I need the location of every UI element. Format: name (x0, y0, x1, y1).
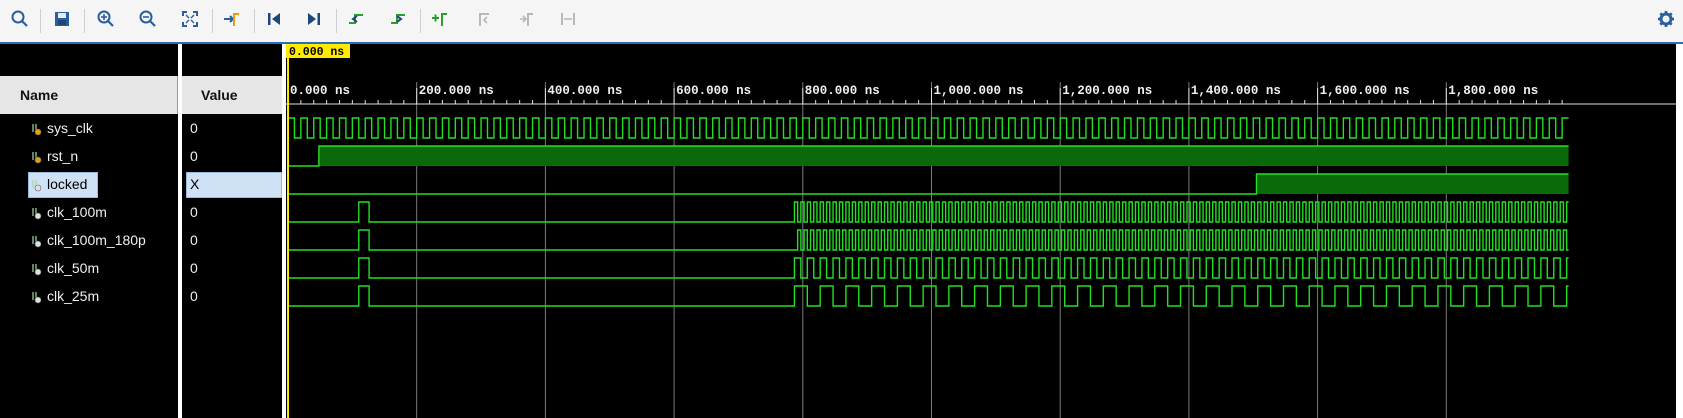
zoom-fit-button[interactable] (176, 6, 204, 36)
signal-value-row[interactable]: 0 (182, 226, 282, 254)
go-to-last-time-icon (304, 9, 324, 34)
signal-value: 0 (190, 120, 198, 136)
signal-value-row[interactable]: 0 (182, 282, 282, 310)
time-tick-label: 1,400.000 ns (1191, 84, 1281, 98)
signal-value-row[interactable]: 0 (182, 198, 282, 226)
save-icon (52, 9, 72, 34)
value-column-header[interactable]: Value (182, 76, 282, 114)
time-tick-label: 1,600.000 ns (1320, 84, 1410, 98)
selection-highlight (186, 172, 282, 198)
signal-name: rst_n (47, 148, 79, 164)
signal-name: clk_25m (47, 288, 100, 304)
previous-transition-button[interactable] (342, 6, 370, 36)
zoom-fit-icon (180, 9, 200, 34)
toolbar-separator (84, 9, 85, 33)
next-transition-button[interactable] (384, 6, 412, 36)
cursor-time-label: 0.000 ns (289, 46, 344, 59)
zoom-out-icon (138, 9, 158, 34)
value-header-label: Value (201, 87, 238, 103)
go-to-last-time-button[interactable] (300, 6, 328, 36)
zoom-out-button[interactable] (134, 6, 162, 36)
time-tick-label: 800.000 ns (805, 84, 880, 98)
toolbar-separator (420, 9, 421, 33)
signal-value: 0 (190, 288, 198, 304)
time-tick-label: 1,800.000 ns (1448, 84, 1538, 98)
signal-name: locked (47, 176, 88, 192)
time-tick-label: 1,200.000 ns (1062, 84, 1152, 98)
next-transition-icon (388, 9, 408, 34)
signal-value: 0 (190, 204, 198, 220)
signal-icon-white (31, 206, 43, 220)
signal-name-list: sys_clk rst_nlocked clk_100m clk_100m_180pc… (0, 114, 178, 418)
toolbar-separator (40, 9, 41, 33)
signal-icon-orange (31, 150, 43, 164)
wave-high-fill (318, 146, 1569, 166)
go-to-cursor-icon (222, 9, 242, 34)
vertical-scrollbar[interactable] (1676, 44, 1683, 418)
signal-row-clk-50m[interactable]: clk_50m (0, 254, 178, 282)
signal-value-list: 0 0 X 0 0 0 0 (182, 114, 282, 418)
waveform-viewer[interactable]: 0.000 ns 200.000 ns 400.000 ns 600.000 ns 80… (286, 44, 1676, 418)
signal-icon-white (31, 234, 43, 248)
add-marker-icon (430, 9, 450, 34)
go-to-cursor-button[interactable] (218, 6, 246, 36)
signal-icon-orange (31, 122, 43, 136)
time-tick-label: 600.000 ns (676, 84, 751, 98)
signal-value-row[interactable]: 0 (182, 114, 282, 142)
search-icon (10, 9, 30, 34)
signal-icon-white (31, 178, 43, 192)
signal-row-clk-100m[interactable]: clk_100m (0, 198, 178, 226)
go-to-time-zero-button[interactable] (260, 6, 288, 36)
name-header-label: Name (20, 87, 59, 103)
signal-icon-white (31, 290, 43, 304)
gear-icon (1656, 9, 1676, 34)
time-tick-label: 200.000 ns (419, 84, 494, 98)
signal-name: clk_50m (47, 260, 100, 276)
time-tick-label: 400.000 ns (547, 84, 622, 98)
signal-row-rst-n[interactable]: rst_n (0, 142, 178, 170)
search-button[interactable] (6, 6, 34, 36)
zoom-in-icon (96, 9, 116, 34)
settings-button[interactable] (1652, 6, 1680, 36)
signal-value-row[interactable]: X (182, 170, 282, 198)
signal-icon-white (31, 262, 43, 276)
toolbar (0, 0, 1683, 44)
signal-value-row[interactable]: 0 (182, 142, 282, 170)
time-tick-label: 1,000.000 ns (934, 84, 1024, 98)
next-marker-icon (516, 9, 536, 34)
swap-cursors-button[interactable] (554, 6, 582, 36)
save-button[interactable] (48, 6, 76, 36)
toolbar-separator (254, 9, 255, 33)
signal-name: clk_100m_180p (47, 232, 146, 248)
signal-value: 0 (190, 260, 198, 276)
previous-marker-button[interactable] (470, 6, 498, 36)
toolbar-separator (212, 9, 213, 33)
swap-cursors-icon (558, 9, 578, 34)
signal-name: clk_100m (47, 204, 107, 220)
signal-row-sys-clk[interactable]: sys_clk (0, 114, 178, 142)
zoom-in-button[interactable] (92, 6, 120, 36)
signal-value: 0 (190, 148, 198, 164)
previous-transition-icon (346, 9, 366, 34)
signal-row-clk-25m[interactable]: clk_25m (0, 282, 178, 310)
next-marker-button[interactable] (512, 6, 540, 36)
signal-value: 0 (190, 232, 198, 248)
signal-row-clk-100m-180p[interactable]: clk_100m_180p (0, 226, 178, 254)
time-tick-label: 0.000 ns (290, 84, 350, 98)
toolbar-separator (336, 9, 337, 33)
add-marker-button[interactable] (426, 6, 454, 36)
go-to-time-zero-icon (264, 9, 284, 34)
signal-name: sys_clk (47, 120, 93, 136)
signal-value: X (190, 176, 200, 192)
signal-value-row[interactable]: 0 (182, 254, 282, 282)
name-column-header[interactable]: Name (0, 76, 178, 114)
signal-row-locked[interactable]: locked (0, 170, 178, 198)
previous-marker-icon (474, 9, 494, 34)
wave-high-fill (1256, 174, 1569, 194)
